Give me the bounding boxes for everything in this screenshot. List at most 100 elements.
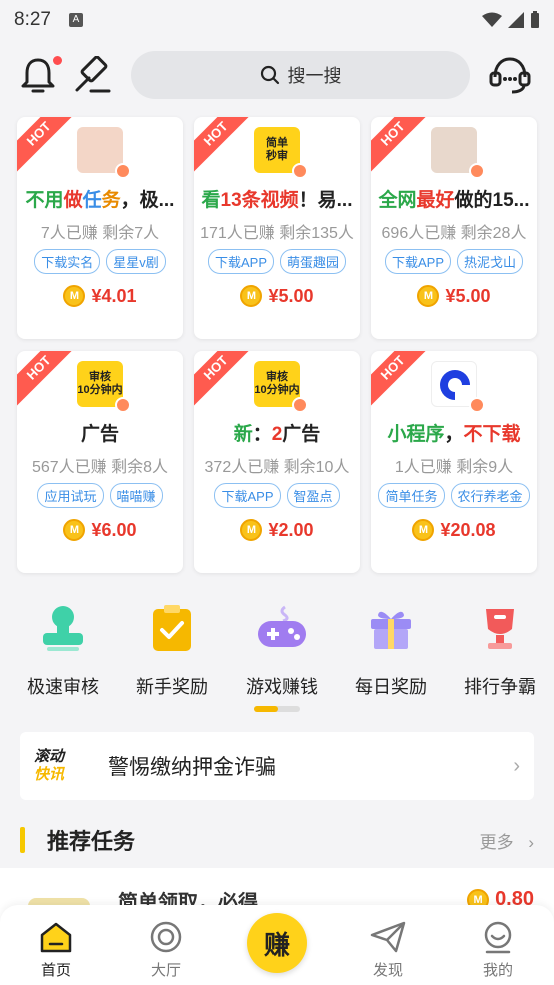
hot-ribbon: HOT — [194, 117, 254, 177]
smile-icon — [458, 919, 538, 955]
chevron-right-icon: › — [528, 832, 534, 852]
verified-badge-icon — [115, 163, 131, 179]
task-tags: 下载APP 热泥戈山 — [371, 249, 537, 274]
recommended-section-header: 推荐任务 更多 › — [20, 822, 534, 858]
top-bar: 搜一搜 — [0, 45, 554, 107]
title-segment: 最好 — [416, 190, 455, 211]
hot-ribbon: HOT — [371, 351, 431, 411]
title-segment: ： — [252, 424, 272, 445]
task-card[interactable]: HOT 审核 10分钟内 新：2广告 372人已赚 剩余10人 下载APP 智盈点 M ¥2.… — [194, 351, 360, 573]
tab-label: 发现 — [372, 962, 403, 979]
coin-icon: M — [63, 285, 86, 307]
task-price: M ¥4.01 — [17, 285, 183, 307]
task-tag: 简单任务 — [378, 483, 445, 508]
tab-hall[interactable]: 大厅 — [126, 919, 206, 980]
search-icon — [260, 65, 279, 85]
more-label: 更多 — [479, 832, 514, 852]
hot-label: HOT — [17, 117, 77, 177]
feature-daily-reward[interactable]: 每日奖励 — [336, 595, 446, 699]
tab-discover[interactable]: 发现 — [348, 919, 428, 980]
bell-icon[interactable] — [18, 55, 58, 95]
task-stats: 372人已赚 剩余10人 — [204, 459, 350, 476]
task-title: 不用做任务，极... — [17, 185, 183, 212]
tab-profile[interactable]: 我的 — [458, 919, 538, 980]
task-title: 看13条视频！易... — [194, 185, 360, 212]
search-placeholder: 搜一搜 — [287, 66, 342, 86]
task-tag: 下载实名 — [34, 249, 101, 274]
task-tags: 下载实名 星星v剧 — [17, 249, 183, 274]
title-segment: 看 — [201, 190, 221, 211]
task-card[interactable]: HOT 小程序，不下载 1人已赚 剩余9人 简单任务 农行养老金 M ¥20.08 — [371, 351, 537, 573]
target-icon — [126, 919, 206, 955]
status-bar: 8:27 A — [0, 0, 554, 40]
coin-icon: M — [240, 285, 263, 307]
auction-hammer-icon[interactable] — [72, 55, 112, 95]
news-ticker[interactable]: 滚动 快讯 警惕缴纳押金诈骗 › — [20, 732, 534, 800]
section-accent-bar — [20, 827, 25, 853]
task-card[interactable]: HOT 审核 10分钟内 广告 567人已赚 剩余8人 应用试玩 喵喵赚 M ¥6.00 — [17, 351, 183, 573]
verified-badge-icon — [292, 397, 308, 413]
title-segment: ， — [444, 424, 464, 445]
task-tag: 喵喵赚 — [109, 483, 163, 508]
title-segment: 新 — [233, 424, 253, 445]
hot-label: HOT — [17, 351, 77, 411]
title-segment: 务 — [101, 190, 121, 211]
feature-fast-review[interactable]: 极速审核 — [8, 595, 118, 699]
task-title: 全网最好做的15... — [371, 185, 537, 212]
hot-label: HOT — [371, 351, 431, 411]
hot-label: HOT — [194, 351, 254, 411]
title-segment: 全网 — [378, 190, 417, 211]
earn-button[interactable]: 赚 — [247, 913, 307, 973]
task-tags: 简单任务 农行养老金 — [371, 483, 537, 508]
tab-label: 大厅 — [150, 962, 181, 979]
ticker-tag-line1: 滚动 — [34, 748, 65, 765]
task-tag: 热泥戈山 — [457, 249, 524, 274]
clipboard-check-icon — [145, 601, 199, 655]
title-segment: ，极... — [120, 190, 175, 211]
task-stats: 567人已赚 剩余8人 — [31, 459, 169, 476]
hot-ribbon: HOT — [17, 351, 77, 411]
tab-label: 首页 — [40, 962, 71, 979]
more-link[interactable]: 更多 › — [480, 828, 534, 853]
task-card[interactable]: HOT 不用做任务，极... 7人已赚 剩余7人下载实名 星星v剧 M ¥4.01 — [17, 117, 183, 339]
title-segment: 13条视频 — [220, 190, 299, 211]
task-price: M ¥6.00 — [17, 519, 183, 541]
coin-icon: M — [412, 519, 435, 541]
unread-dot — [53, 56, 62, 65]
task-tag: 应用试玩 — [37, 483, 104, 508]
feature-shortcuts: 极速审核 新手奖励 游戏赚钱 每日奖励 排行争霸 — [0, 595, 554, 697]
task-tag: 智盈点 — [286, 483, 340, 508]
customer-service-icon[interactable] — [488, 55, 532, 95]
title-segment: ！易... — [298, 190, 353, 211]
task-tags: 应用试玩 喵喵赚 — [17, 483, 183, 508]
hot-ribbon: HOT — [194, 351, 254, 411]
news-ticker-logo: 滚动 快讯 — [34, 748, 76, 784]
title-segment: 做的15... — [454, 190, 530, 211]
task-price: M ¥5.00 — [371, 285, 537, 307]
paper-plane-icon — [348, 919, 428, 955]
notification-icon: A — [68, 13, 83, 27]
search-bar[interactable]: 搜一搜 — [131, 51, 470, 99]
coin-icon: M — [240, 519, 263, 541]
task-card[interactable]: HOT 全网最好做的15... 696人已赚 剩余28人 下载APP 热泥戈山 M ¥5.0… — [371, 117, 537, 339]
trophy-icon — [473, 601, 527, 655]
ticker-tag-line2: 快讯 — [34, 766, 65, 783]
section-title: 推荐任务 — [47, 829, 136, 854]
feature-label: 每日奖励 — [355, 677, 427, 697]
task-price-value: ¥20.08 — [440, 519, 496, 540]
task-stats: 7人已赚 剩余7人 — [40, 225, 160, 242]
wifi-icon — [482, 12, 502, 27]
feature-game-earn[interactable]: 游戏赚钱 — [227, 595, 337, 699]
task-tag: 萌蛋趣园 — [280, 249, 347, 274]
task-card[interactable]: HOT 简单 秒审 看13条视频！易... 171人已赚 剩余135人 下载APP 萌蛋趣… — [194, 117, 360, 339]
home-icon — [16, 919, 96, 955]
feature-newbie-reward[interactable]: 新手奖励 — [117, 595, 227, 699]
tab-home[interactable]: 首页 — [16, 919, 96, 980]
title-segment: 广告 — [282, 424, 321, 445]
verified-badge-icon — [469, 397, 485, 413]
tab-label: 我的 — [482, 962, 513, 979]
task-title: 广告 — [17, 419, 183, 446]
gamepad-icon — [255, 601, 309, 655]
feature-ranking[interactable]: 排行争霸 — [445, 595, 554, 699]
hot-label: HOT — [194, 117, 254, 177]
